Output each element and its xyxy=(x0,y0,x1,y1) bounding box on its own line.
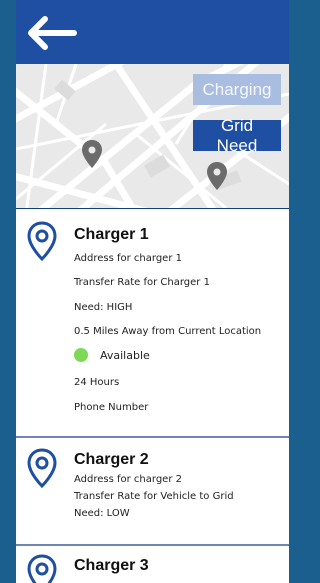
location-pin-icon xyxy=(26,448,58,493)
charger-hours: 24 Hours xyxy=(74,377,120,388)
location-pin-icon xyxy=(26,221,58,266)
charger-card-2[interactable]: Charger 2 Address for charger 2 Transfer… xyxy=(16,438,289,544)
map-view[interactable]: Charging Grid Need xyxy=(16,64,289,208)
charger-card-1[interactable]: Charger 1 Address for charger 1 Transfer… xyxy=(16,209,289,436)
charger-need: Need: LOW xyxy=(74,508,130,519)
arrow-left-icon xyxy=(28,16,77,50)
charger-title: Charger 2 xyxy=(74,451,149,468)
charger-title: Charger 1 xyxy=(74,226,149,243)
status-dot xyxy=(74,348,88,362)
charger-need: Need: HIGH xyxy=(74,302,133,313)
grid-need-filter-button[interactable]: Grid Need xyxy=(193,116,281,155)
top-bar xyxy=(16,0,289,64)
back-button[interactable] xyxy=(26,14,86,52)
charger-address: Address for charger 2 xyxy=(74,474,182,485)
charger-distance: 0.5 Miles Away from Current Location xyxy=(74,326,262,337)
charging-filter-button[interactable]: Charging xyxy=(193,74,281,105)
charger-status: Available xyxy=(100,349,150,362)
charger-card-3[interactable]: Charger 3 xyxy=(16,546,289,583)
app-screen: Charging Grid Need Charger 1 Address for… xyxy=(16,0,289,583)
charger-phone: Phone Number xyxy=(74,402,149,413)
location-pin-icon xyxy=(26,554,58,583)
charger-transfer-rate: Transfer Rate for Vehicle to Grid xyxy=(74,491,234,502)
charger-title: Charger 3 xyxy=(74,557,149,574)
charger-address: Address for charger 1 xyxy=(74,253,182,264)
charger-transfer-rate: Transfer Rate for Charger 1 xyxy=(74,277,210,288)
